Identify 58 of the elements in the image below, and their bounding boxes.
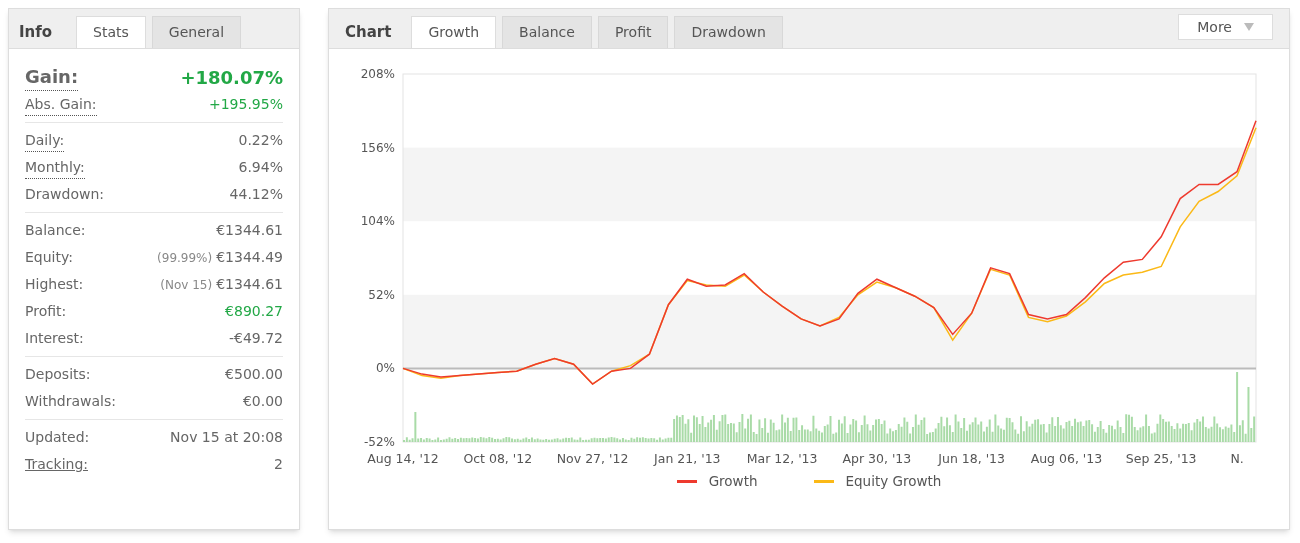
stat-label: Updated: <box>25 428 90 447</box>
legend-label: Growth <box>708 472 758 491</box>
tab[interactable]: Drawdown <box>674 16 783 48</box>
tab[interactable]: Growth <box>411 16 497 48</box>
x-tick-label: Aug 14, '12 <box>367 451 439 466</box>
stat-label: Daily: <box>25 129 65 152</box>
stat-value: +180.07% <box>180 65 283 90</box>
y-tick-label: 0% <box>375 361 395 376</box>
stat-link[interactable]: Tracking: <box>25 454 88 475</box>
stat-value: 2 <box>274 455 283 474</box>
panel-title: Info <box>19 22 54 43</box>
tab[interactable]: General <box>151 16 242 48</box>
stat-label: Monthly: <box>25 156 85 179</box>
stat-label: Gain: <box>25 63 79 91</box>
caret-icon <box>1244 23 1254 31</box>
stat-value: €0.00 <box>242 392 283 411</box>
x-tick-label: Apr 30, '13 <box>842 451 912 466</box>
stat-value: 0.22% <box>238 131 283 150</box>
stat-label: Drawdown: <box>25 185 105 204</box>
x-tick-label: Jan 21, '13 <box>654 451 721 466</box>
tab[interactable]: Stats <box>76 16 146 48</box>
tab[interactable]: Profit <box>597 16 669 48</box>
stat-label: Highest: <box>25 275 84 294</box>
x-tick-label: Mar 12, '13 <box>746 451 818 466</box>
stat-value: €890.27 <box>225 302 283 321</box>
x-tick-label: N. <box>1230 451 1244 466</box>
stat-value: -€49.72 <box>228 329 283 348</box>
stat-value: €1344.61 <box>216 275 283 294</box>
stat-label: Equity: <box>25 248 73 267</box>
y-tick-label: 208% <box>360 67 395 81</box>
stat-label: Profit: <box>25 302 67 321</box>
legend-label: Equity Growth <box>845 472 942 491</box>
panel-title: Chart <box>345 22 393 43</box>
stat-value: 6.94% <box>238 158 283 177</box>
stat-value: €1344.61 <box>216 221 283 240</box>
x-tick-label: Sep 25, '13 <box>1125 451 1197 466</box>
y-tick-label: 156% <box>360 140 395 155</box>
y-tick-label: -52% <box>364 435 395 449</box>
stat-label: Abs. Gain: <box>25 93 97 116</box>
stat-note: (Nov 15) <box>160 276 213 294</box>
y-tick-label: 104% <box>360 214 395 229</box>
x-tick-label: Nov 27, '12 <box>556 451 629 466</box>
stat-value: Nov 15 at 20:08 <box>170 428 283 447</box>
stat-value: 44.12% <box>229 185 283 204</box>
stat-value: €500.00 <box>225 365 283 384</box>
stat-label: Balance: <box>25 221 86 240</box>
x-tick-label: Aug 06, '13 <box>1030 451 1103 466</box>
tab[interactable]: Balance <box>502 16 592 48</box>
more-button[interactable]: More <box>1178 14 1273 40</box>
stat-value: €1344.49 <box>216 248 283 267</box>
x-tick-label: Jun 18, '13 <box>938 451 1005 466</box>
x-tick-label: Oct 08, '12 <box>463 451 533 466</box>
stat-note: (99.99%) <box>157 249 213 267</box>
stat-value: +195.95% <box>208 95 283 114</box>
stat-label: Deposits: <box>25 365 91 384</box>
stat-label: Interest: <box>25 329 84 348</box>
stat-label: Withdrawals: <box>25 392 116 411</box>
y-tick-label: 52% <box>368 287 395 302</box>
